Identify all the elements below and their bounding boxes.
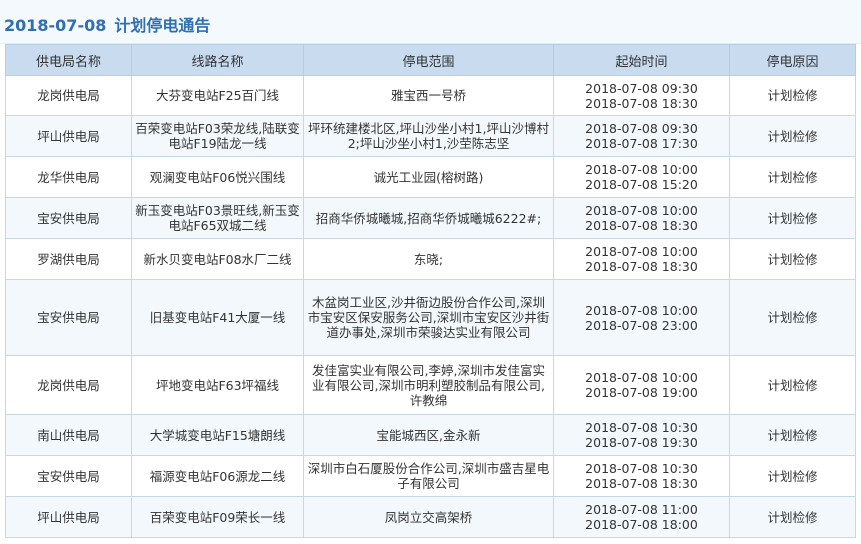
cell-line: 大芬变电站F25百门线	[131, 75, 304, 116]
cell-reason: 计划检修	[729, 197, 856, 239]
table-body: 龙岗供电局 大芬变电站F25百门线 雅宝西一号桥 2018-07-08 09:30 20…	[5, 75, 856, 538]
cell-bureau: 宝安供电局	[5, 197, 132, 239]
outage-notice-page: 2018-07-08 计划停电通告 供电局名称 线路名称 停电范围 起始时间 停电…	[0, 0, 861, 544]
cell-time-range: 2018-07-08 11:00 2018-07-08 18:00	[553, 496, 730, 538]
end-time: 2018-07-08 18:00	[585, 517, 698, 532]
start-time: 2018-07-08 09:30	[585, 121, 698, 136]
cell-reason: 计划检修	[729, 156, 856, 198]
cell-area: 发佳富实业有限公司,李婷,深圳市发佳富实业有限公司,深圳市明利塑胶制品有限公司,…	[303, 355, 554, 415]
end-time: 2018-07-08 18:30	[585, 218, 698, 233]
cell-time-range: 2018-07-08 10:00 2018-07-08 18:30	[553, 238, 730, 280]
cell-line: 旧基变电站F41大厦一线	[131, 279, 304, 356]
start-time: 2018-07-08 11:00	[585, 502, 698, 517]
start-time: 2018-07-08 10:00	[585, 244, 698, 259]
notice-date: 2018-07-08	[4, 16, 107, 35]
cell-bureau: 罗湖供电局	[5, 238, 132, 280]
cell-time-range: 2018-07-08 10:30 2018-07-08 18:30	[553, 455, 730, 497]
cell-bureau: 宝安供电局	[5, 455, 132, 497]
cell-time-range: 2018-07-08 10:00 2018-07-08 19:00	[553, 355, 730, 415]
end-time: 2018-07-08 19:30	[585, 435, 698, 450]
column-header-line: 线路名称	[131, 44, 304, 76]
end-time: 2018-07-08 17:30	[585, 136, 698, 151]
table-row: 宝安供电局 新玉变电站F03景旺线,新玉变电站F65双城二线 招商华侨城曦城,招商华…	[5, 197, 856, 239]
end-time: 2018-07-08 15:20	[585, 177, 698, 192]
start-time: 2018-07-08 09:30	[585, 80, 698, 96]
column-header-reason: 停电原因	[729, 44, 856, 76]
cell-bureau: 南山供电局	[5, 414, 132, 456]
column-header-bureau: 供电局名称	[5, 44, 132, 76]
table-row: 罗湖供电局 新水贝变电站F08水厂二线 东晓; 2018-07-08 10:00 201…	[5, 238, 856, 280]
cell-reason: 计划检修	[729, 355, 856, 415]
table-row: 宝安供电局 旧基变电站F41大厦一线 木盆岗工业区,沙井衙边股份合作公司,深圳市宝安…	[5, 279, 856, 356]
cell-reason: 计划检修	[729, 496, 856, 538]
cell-area: 凤岗立交高架桥	[303, 496, 554, 538]
cell-area: 宝能城西区,金永新	[303, 414, 554, 456]
table-row: 坪山供电局 百荣变电站F03荣龙线,陆联变电站F19陆龙一线 坪环统建楼北区,坪山沙…	[5, 115, 856, 157]
cell-reason: 计划检修	[729, 414, 856, 456]
cell-bureau: 龙岗供电局	[5, 355, 132, 415]
cell-bureau: 坪山供电局	[5, 115, 132, 157]
table-header: 供电局名称 线路名称 停电范围 起始时间 停电原因	[5, 44, 856, 76]
cell-area: 木盆岗工业区,沙井衙边股份合作公司,深圳市宝安区保安服务公司,深圳市宝安区沙井街…	[303, 279, 554, 356]
cell-reason: 计划检修	[729, 115, 856, 157]
cell-reason: 计划检修	[729, 455, 856, 497]
cell-bureau: 宝安供电局	[5, 279, 132, 356]
table-row: 南山供电局 大学城变电站F15塘朗线 宝能城西区,金永新 2018-07-08 10:…	[5, 414, 856, 456]
column-header-area: 停电范围	[303, 44, 554, 76]
cell-time-range: 2018-07-08 10:00 2018-07-08 18:30	[553, 197, 730, 239]
cell-line: 大学城变电站F15塘朗线	[131, 414, 304, 456]
header-row: 供电局名称 线路名称 停电范围 起始时间 停电原因	[5, 44, 856, 76]
cell-line: 观澜变电站F06悦兴围线	[131, 156, 304, 198]
cell-reason: 计划检修	[729, 279, 856, 356]
cell-time-range: 2018-07-08 09:30 2018-07-08 17:30	[553, 115, 730, 157]
title-bar: 2018-07-08 计划停电通告	[0, 0, 861, 44]
cell-line: 福源变电站F06源龙二线	[131, 455, 304, 497]
start-time: 2018-07-08 10:00	[585, 302, 698, 318]
start-time: 2018-07-08 10:00	[585, 203, 698, 218]
start-time: 2018-07-08 10:30	[585, 461, 698, 476]
end-time: 2018-07-08 18:30	[585, 259, 698, 274]
table-row: 龙华供电局 观澜变电站F06悦兴围线 诚光工业园(榕树路) 2018-07-08 10…	[5, 156, 856, 198]
table-row: 龙岗供电局 坪地变电站F63坪福线 发佳富实业有限公司,李婷,深圳市发佳富实业有限公…	[5, 355, 856, 415]
cell-area: 招商华侨城曦城,招商华侨城曦城6222#;	[303, 197, 554, 239]
cell-reason: 计划检修	[729, 75, 856, 116]
cell-line: 新水贝变电站F08水厂二线	[131, 238, 304, 280]
end-time: 2018-07-08 18:30	[585, 476, 698, 491]
cell-line: 百荣变电站F09荣长一线	[131, 496, 304, 538]
start-time: 2018-07-08 10:00	[585, 162, 698, 177]
cell-area: 诚光工业园(榕树路)	[303, 156, 554, 198]
cell-bureau: 龙华供电局	[5, 156, 132, 198]
end-time: 2018-07-08 19:00	[585, 385, 698, 400]
cell-area: 深圳市白石厦股份合作公司,深圳市盛吉星电子有限公司	[303, 455, 554, 497]
cell-bureau: 坪山供电局	[5, 496, 132, 538]
table-row: 龙岗供电局 大芬变电站F25百门线 雅宝西一号桥 2018-07-08 09:30 20…	[5, 75, 856, 116]
cell-area: 东晓;	[303, 238, 554, 280]
cell-area: 坪环统建楼北区,坪山沙坐小村1,坪山沙博村2;坪山沙坐小村1,沙茔陈志坚	[303, 115, 554, 157]
cell-line: 新玉变电站F03景旺线,新玉变电站F65双城二线	[131, 197, 304, 239]
table-row: 宝安供电局 福源变电站F06源龙二线 深圳市白石厦股份合作公司,深圳市盛吉星电子有限…	[5, 455, 856, 497]
end-time: 2018-07-08 23:00	[585, 317, 698, 333]
table-row: 坪山供电局 百荣变电站F09荣长一线 凤岗立交高架桥 2018-07-08 11:00…	[5, 496, 856, 538]
cell-bureau: 龙岗供电局	[5, 75, 132, 116]
outage-table: 供电局名称 线路名称 停电范围 起始时间 停电原因 龙岗供电局 大芬变电站F25百…	[5, 44, 856, 538]
notice-title: 计划停电通告	[114, 16, 211, 35]
cell-time-range: 2018-07-08 09:30 2018-07-08 18:30	[553, 75, 730, 116]
start-time: 2018-07-08 10:00	[585, 370, 698, 385]
cell-time-range: 2018-07-08 10:00 2018-07-08 23:00	[553, 279, 730, 356]
column-header-start-time: 起始时间	[553, 44, 730, 76]
end-time: 2018-07-08 18:30	[585, 95, 698, 111]
cell-time-range: 2018-07-08 10:00 2018-07-08 15:20	[553, 156, 730, 198]
page-title: 2018-07-08 计划停电通告	[4, 12, 210, 36]
start-time: 2018-07-08 10:30	[585, 420, 698, 435]
cell-line: 坪地变电站F63坪福线	[131, 355, 304, 415]
cell-area: 雅宝西一号桥	[303, 75, 554, 116]
cell-time-range: 2018-07-08 10:30 2018-07-08 19:30	[553, 414, 730, 456]
cell-reason: 计划检修	[729, 238, 856, 280]
cell-line: 百荣变电站F03荣龙线,陆联变电站F19陆龙一线	[131, 115, 304, 157]
